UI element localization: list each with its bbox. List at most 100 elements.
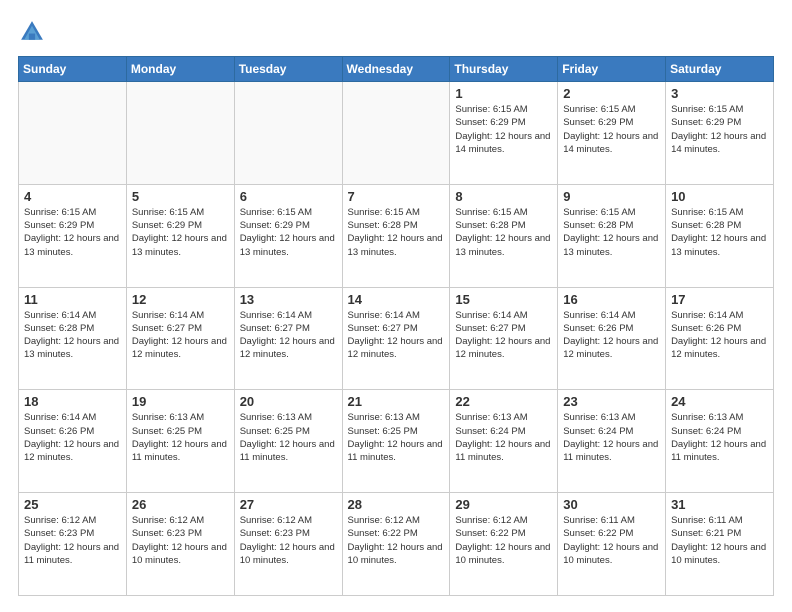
day-number: 11 bbox=[24, 292, 121, 307]
calendar-header-friday: Friday bbox=[558, 57, 666, 82]
day-number: 5 bbox=[132, 189, 229, 204]
day-number: 6 bbox=[240, 189, 337, 204]
day-info: Sunrise: 6:13 AM Sunset: 6:25 PM Dayligh… bbox=[132, 411, 229, 464]
day-number: 30 bbox=[563, 497, 660, 512]
calendar-cell: 15Sunrise: 6:14 AM Sunset: 6:27 PM Dayli… bbox=[450, 287, 558, 390]
calendar-cell bbox=[126, 82, 234, 185]
calendar-cell: 18 Sunrise: 6:14 AM Sunset: 6:26 PM Dayli… bbox=[19, 390, 127, 493]
day-info: Sunrise: 6:13 AM Sunset: 6:24 PM Dayligh… bbox=[671, 411, 768, 464]
calendar-week-3: 11 Sunrise: 6:14 AM Sunset: 6:28 PM Dayli… bbox=[19, 287, 774, 390]
day-number: 25 bbox=[24, 497, 121, 512]
calendar-cell bbox=[19, 82, 127, 185]
calendar-cell: 28 Sunrise: 6:12 AM Sunset: 6:22 PM Dayli… bbox=[342, 493, 450, 596]
day-info: Sunrise: 6:14 AM Sunset: 6:27 PM Dayligh… bbox=[455, 309, 552, 362]
calendar-table: SundayMondayTuesdayWednesdayThursdayFrid… bbox=[18, 56, 774, 596]
day-number: 14 bbox=[348, 292, 445, 307]
day-info: Sunrise: 6:13 AM Sunset: 6:24 PM Dayligh… bbox=[455, 411, 552, 464]
calendar-cell: 31 Sunrise: 6:11 AM Sunset: 6:21 PM Dayli… bbox=[666, 493, 774, 596]
day-number: 17 bbox=[671, 292, 768, 307]
day-info: Sunrise: 6:13 AM Sunset: 6:25 PM Dayligh… bbox=[240, 411, 337, 464]
calendar-cell: 8 Sunrise: 6:15 AM Sunset: 6:28 PM Daylig… bbox=[450, 184, 558, 287]
day-info: Sunrise: 6:15 AM Sunset: 6:28 PM Dayligh… bbox=[671, 206, 768, 259]
day-number: 1 bbox=[455, 86, 552, 101]
day-info: Sunrise: 6:15 AM Sunset: 6:28 PM Dayligh… bbox=[348, 206, 445, 259]
calendar-header-sunday: Sunday bbox=[19, 57, 127, 82]
day-number: 18 bbox=[24, 394, 121, 409]
calendar-week-4: 18 Sunrise: 6:14 AM Sunset: 6:26 PM Dayli… bbox=[19, 390, 774, 493]
day-number: 27 bbox=[240, 497, 337, 512]
day-info: Sunrise: 6:15 AM Sunset: 6:28 PM Dayligh… bbox=[563, 206, 660, 259]
day-info: Sunrise: 6:14 AM Sunset: 6:27 PM Dayligh… bbox=[132, 309, 229, 362]
calendar-header-tuesday: Tuesday bbox=[234, 57, 342, 82]
day-info: Sunrise: 6:11 AM Sunset: 6:21 PM Dayligh… bbox=[671, 514, 768, 567]
day-info: Sunrise: 6:12 AM Sunset: 6:23 PM Dayligh… bbox=[132, 514, 229, 567]
day-info: Sunrise: 6:15 AM Sunset: 6:29 PM Dayligh… bbox=[132, 206, 229, 259]
day-number: 13 bbox=[240, 292, 337, 307]
calendar-cell: 3 Sunrise: 6:15 AM Sunset: 6:29 PM Daylig… bbox=[666, 82, 774, 185]
day-info: Sunrise: 6:12 AM Sunset: 6:22 PM Dayligh… bbox=[348, 514, 445, 567]
calendar-cell: 7 Sunrise: 6:15 AM Sunset: 6:28 PM Daylig… bbox=[342, 184, 450, 287]
calendar-cell bbox=[234, 82, 342, 185]
day-number: 22 bbox=[455, 394, 552, 409]
calendar-cell: 16Sunrise: 6:14 AM Sunset: 6:26 PM Dayli… bbox=[558, 287, 666, 390]
calendar-cell: 22 Sunrise: 6:13 AM Sunset: 6:24 PM Dayli… bbox=[450, 390, 558, 493]
calendar-cell: 19Sunrise: 6:13 AM Sunset: 6:25 PM Dayli… bbox=[126, 390, 234, 493]
day-number: 3 bbox=[671, 86, 768, 101]
calendar-cell: 1 Sunrise: 6:15 AM Sunset: 6:29 PM Daylig… bbox=[450, 82, 558, 185]
day-info: Sunrise: 6:14 AM Sunset: 6:27 PM Dayligh… bbox=[348, 309, 445, 362]
day-number: 2 bbox=[563, 86, 660, 101]
calendar-cell: 27 Sunrise: 6:12 AM Sunset: 6:23 PM Dayli… bbox=[234, 493, 342, 596]
calendar-cell: 13 Sunrise: 6:14 AM Sunset: 6:27 PM Dayli… bbox=[234, 287, 342, 390]
calendar-week-5: 25 Sunrise: 6:12 AM Sunset: 6:23 PM Dayli… bbox=[19, 493, 774, 596]
calendar-cell: 14 Sunrise: 6:14 AM Sunset: 6:27 PM Dayli… bbox=[342, 287, 450, 390]
day-info: Sunrise: 6:15 AM Sunset: 6:29 PM Dayligh… bbox=[671, 103, 768, 156]
day-number: 8 bbox=[455, 189, 552, 204]
calendar-cell: 17 Sunrise: 6:14 AM Sunset: 6:26 PM Dayli… bbox=[666, 287, 774, 390]
day-number: 16 bbox=[563, 292, 660, 307]
day-number: 28 bbox=[348, 497, 445, 512]
day-info: Sunrise: 6:15 AM Sunset: 6:28 PM Dayligh… bbox=[455, 206, 552, 259]
day-info: Sunrise: 6:12 AM Sunset: 6:22 PM Dayligh… bbox=[455, 514, 552, 567]
day-info: Sunrise: 6:14 AM Sunset: 6:27 PM Dayligh… bbox=[240, 309, 337, 362]
day-number: 29 bbox=[455, 497, 552, 512]
day-info: Sunrise: 6:15 AM Sunset: 6:29 PM Dayligh… bbox=[455, 103, 552, 156]
logo-icon bbox=[18, 18, 46, 46]
day-info: Sunrise: 6:15 AM Sunset: 6:29 PM Dayligh… bbox=[240, 206, 337, 259]
calendar-cell: 25Sunrise: 6:12 AM Sunset: 6:23 PM Dayli… bbox=[19, 493, 127, 596]
day-number: 21 bbox=[348, 394, 445, 409]
calendar-header-thursday: Thursday bbox=[450, 57, 558, 82]
day-number: 31 bbox=[671, 497, 768, 512]
day-info: Sunrise: 6:12 AM Sunset: 6:23 PM Dayligh… bbox=[240, 514, 337, 567]
page: SundayMondayTuesdayWednesdayThursdayFrid… bbox=[0, 0, 792, 612]
day-number: 9 bbox=[563, 189, 660, 204]
calendar-cell: 26 Sunrise: 6:12 AM Sunset: 6:23 PM Dayli… bbox=[126, 493, 234, 596]
day-number: 12 bbox=[132, 292, 229, 307]
calendar-cell: 4Sunrise: 6:15 AM Sunset: 6:29 PM Daylig… bbox=[19, 184, 127, 287]
calendar-cell: 12 Sunrise: 6:14 AM Sunset: 6:27 PM Dayli… bbox=[126, 287, 234, 390]
calendar-cell bbox=[342, 82, 450, 185]
day-number: 23 bbox=[563, 394, 660, 409]
day-info: Sunrise: 6:13 AM Sunset: 6:24 PM Dayligh… bbox=[563, 411, 660, 464]
calendar-header-saturday: Saturday bbox=[666, 57, 774, 82]
logo bbox=[18, 18, 50, 46]
header bbox=[18, 18, 774, 46]
day-info: Sunrise: 6:15 AM Sunset: 6:29 PM Dayligh… bbox=[563, 103, 660, 156]
calendar-cell: 23 Sunrise: 6:13 AM Sunset: 6:24 PM Dayli… bbox=[558, 390, 666, 493]
calendar-cell: 24 Sunrise: 6:13 AM Sunset: 6:24 PM Dayli… bbox=[666, 390, 774, 493]
calendar-cell: 5 Sunrise: 6:15 AM Sunset: 6:29 PM Daylig… bbox=[126, 184, 234, 287]
calendar-week-1: 1 Sunrise: 6:15 AM Sunset: 6:29 PM Daylig… bbox=[19, 82, 774, 185]
day-number: 4 bbox=[24, 189, 121, 204]
day-info: Sunrise: 6:14 AM Sunset: 6:26 PM Dayligh… bbox=[24, 411, 121, 464]
calendar-header-monday: Monday bbox=[126, 57, 234, 82]
day-number: 7 bbox=[348, 189, 445, 204]
day-number: 24 bbox=[671, 394, 768, 409]
day-number: 20 bbox=[240, 394, 337, 409]
calendar-cell: 20 Sunrise: 6:13 AM Sunset: 6:25 PM Dayli… bbox=[234, 390, 342, 493]
calendar-cell: 6 Sunrise: 6:15 AM Sunset: 6:29 PM Daylig… bbox=[234, 184, 342, 287]
day-number: 26 bbox=[132, 497, 229, 512]
day-info: Sunrise: 6:14 AM Sunset: 6:26 PM Dayligh… bbox=[671, 309, 768, 362]
day-info: Sunrise: 6:14 AM Sunset: 6:28 PM Dayligh… bbox=[24, 309, 121, 362]
calendar-header-row: SundayMondayTuesdayWednesdayThursdayFrid… bbox=[19, 57, 774, 82]
calendar-cell: 21Sunrise: 6:13 AM Sunset: 6:25 PM Dayli… bbox=[342, 390, 450, 493]
day-info: Sunrise: 6:11 AM Sunset: 6:22 PM Dayligh… bbox=[563, 514, 660, 567]
